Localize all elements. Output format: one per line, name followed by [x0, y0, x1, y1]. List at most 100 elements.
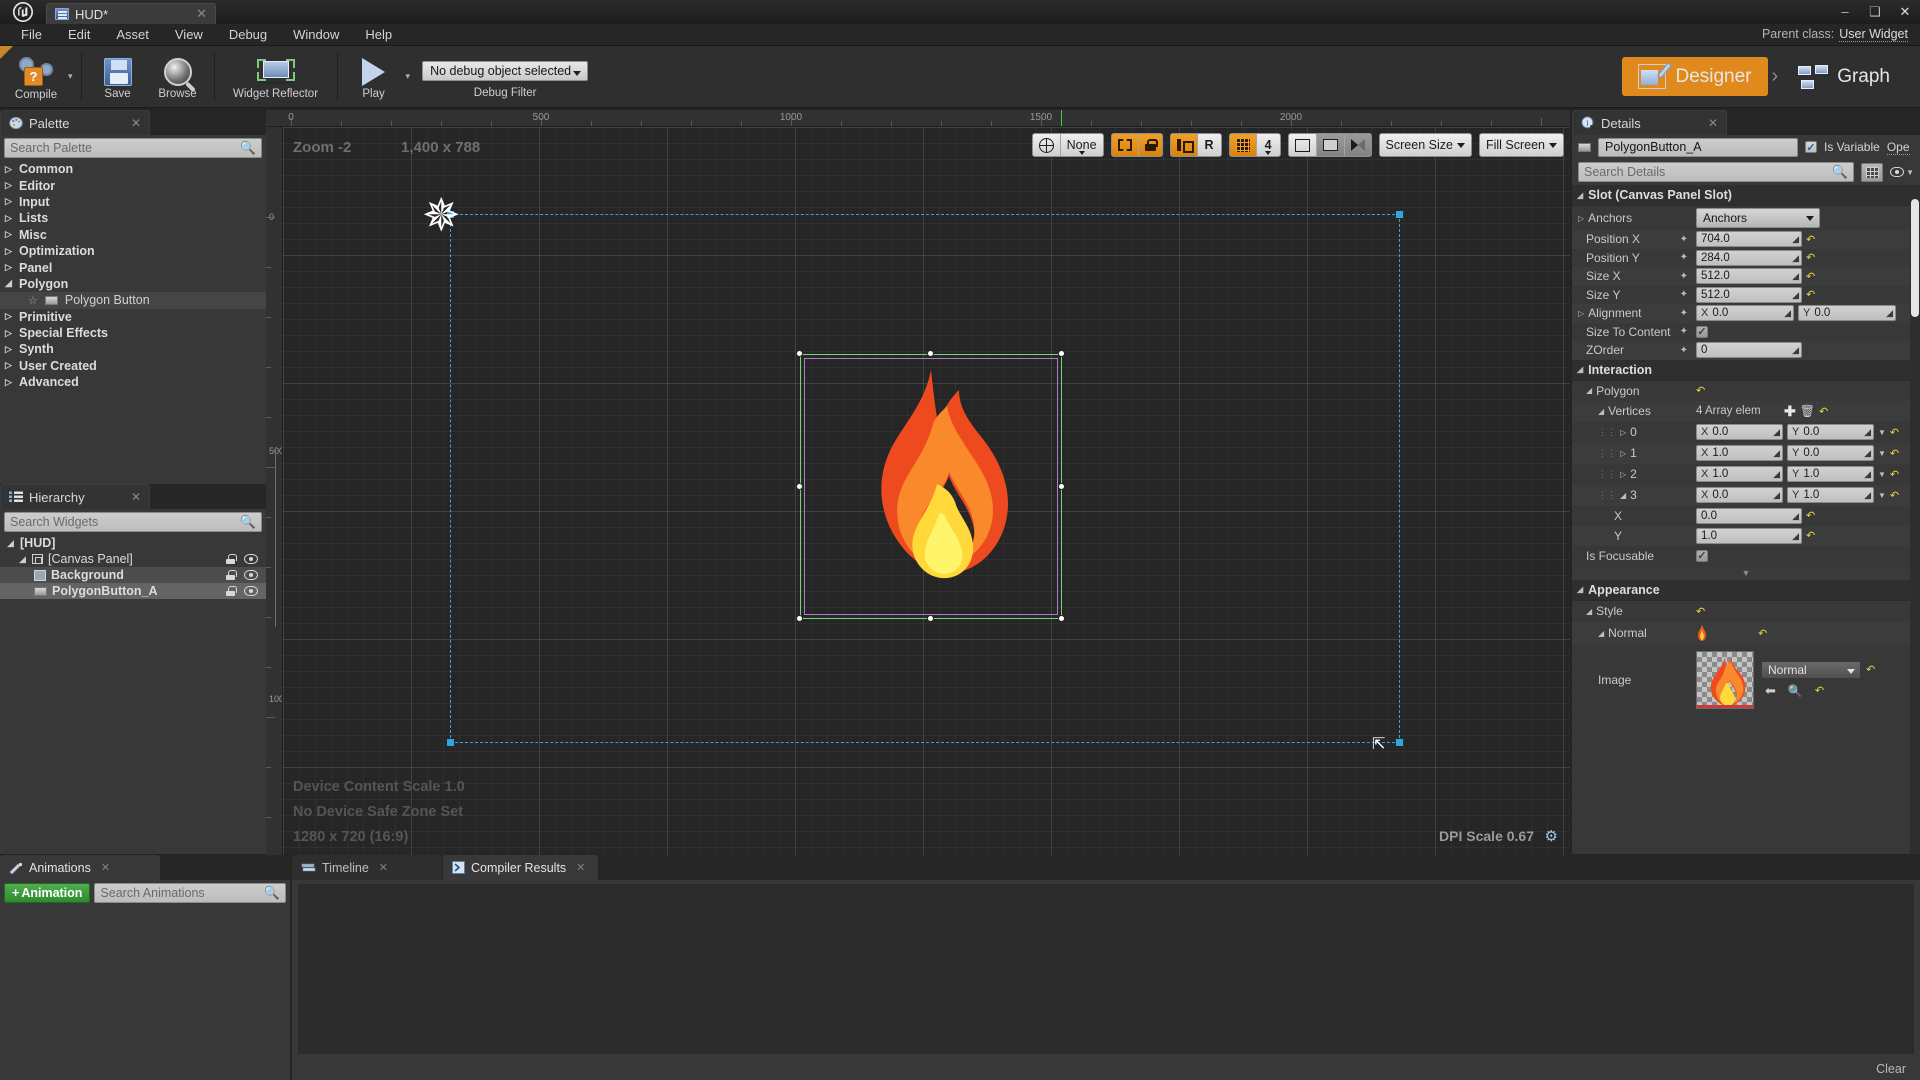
vertex-1-y-input[interactable]: Y 0.0 ◢	[1787, 445, 1874, 461]
chevron-down-icon[interactable]: ▼	[1878, 491, 1886, 500]
close-icon[interactable]: ✕	[379, 861, 388, 874]
reset-icon[interactable]: ↶	[1890, 489, 1899, 502]
object-name-field[interactable]: PolygonButton_A	[1598, 137, 1798, 157]
reset-icon[interactable]: ↶	[1696, 605, 1705, 618]
graph-mode-button[interactable]: Graph	[1782, 58, 1906, 96]
vertex-3-x-input[interactable]: X 0.0 ◢	[1696, 487, 1783, 503]
details-grid-view-button[interactable]	[1861, 162, 1884, 182]
palette-category-synth[interactable]: ▷ Synth	[0, 341, 266, 357]
snap-layout-toggle[interactable]	[1170, 134, 1198, 156]
dashed-outline-toggle[interactable]	[1111, 134, 1139, 156]
designer-mode-button[interactable]: Designer	[1622, 57, 1768, 96]
polygon-button-flame-image[interactable]	[813, 362, 1053, 612]
open-link[interactable]: Ope	[1886, 140, 1910, 155]
animations-search-input[interactable]: Search Animations 🔍	[94, 883, 286, 903]
parent-class-value[interactable]: User Widget	[1839, 27, 1908, 42]
chevron-right-icon[interactable]: ▷	[1578, 214, 1584, 223]
menu-help[interactable]: Help	[352, 24, 405, 46]
chevron-down-icon[interactable]: ◢	[1586, 607, 1592, 616]
close-icon[interactable]: ✕	[131, 490, 141, 504]
is-focusable-checkbox[interactable]: ✓	[1696, 549, 1708, 562]
palette-item-polygon-button[interactable]: ☆ Polygon Button	[0, 292, 266, 309]
eye-icon[interactable]	[244, 586, 258, 596]
size-y-input[interactable]: 512.0 ◢	[1696, 286, 1802, 303]
reset-icon[interactable]: ↶	[1806, 288, 1815, 301]
size-to-content-checkbox[interactable]: ✓	[1696, 325, 1708, 338]
eye-icon[interactable]	[244, 570, 258, 580]
bind-diamond-icon[interactable]: ✦	[1680, 326, 1688, 337]
menu-window[interactable]: Window	[280, 24, 352, 46]
reset-icon[interactable]: ↶	[1758, 627, 1767, 640]
vertex-0-y-input[interactable]: Y 0.0 ◢	[1787, 424, 1874, 440]
position-y-input[interactable]: 284.0 ◢	[1696, 249, 1802, 266]
palette-category-editor[interactable]: ▷ Editor	[0, 177, 266, 193]
add-animation-button[interactable]: + Animation	[4, 883, 91, 903]
favorite-star-icon[interactable]: ☆	[28, 294, 38, 307]
chevron-down-icon[interactable]: ◢	[1598, 407, 1604, 416]
save-button[interactable]: Save	[88, 46, 148, 107]
anchors-dropdown[interactable]: Anchors	[1696, 208, 1820, 228]
compile-dropdown-icon[interactable]: ▾	[66, 46, 75, 107]
position-x-input[interactable]: 704.0 ◢	[1696, 231, 1802, 248]
vertex-3-y-detail-input[interactable]: 1.0 ◢	[1696, 527, 1802, 544]
animations-tab[interactable]: Animations ✕	[0, 855, 160, 880]
details-search-input[interactable]: Search Details 🔍	[1578, 162, 1855, 182]
chevron-right-icon[interactable]: ▷	[1578, 309, 1584, 318]
reset-icon[interactable]: ↶	[1806, 251, 1815, 264]
reset-icon[interactable]: ↶	[1806, 233, 1815, 246]
zorder-input[interactable]: 0 ◢	[1696, 342, 1802, 359]
details-scrollbar-thumb[interactable]	[1911, 199, 1919, 317]
menu-file[interactable]: File	[8, 24, 55, 46]
palette-category-common[interactable]: ▷ Common	[0, 161, 266, 177]
close-icon[interactable]: ✕	[1708, 116, 1718, 130]
bind-diamond-icon[interactable]: ✦	[1680, 271, 1688, 282]
resize-handle-ne[interactable]	[1058, 350, 1065, 357]
reset-icon[interactable]: ↶	[1806, 509, 1815, 522]
chevron-down-icon[interactable]: ▼	[1878, 428, 1886, 437]
screen-size-select[interactable]: Screen Size	[1379, 134, 1471, 156]
reset-icon[interactable]: ↶	[1890, 426, 1899, 439]
reset-icon[interactable]: ↶	[1806, 529, 1815, 542]
fill-screen-select[interactable]: Fill Screen	[1479, 134, 1563, 156]
bind-diamond-icon[interactable]: ✦	[1680, 289, 1688, 300]
section-interaction-header[interactable]: ◢ Interaction	[1572, 359, 1920, 381]
palette-category-panel[interactable]: ▷ Panel	[0, 259, 266, 275]
palette-category-advanced[interactable]: ▷ Advanced	[0, 374, 266, 390]
palette-category-special-effects[interactable]: ▷ Special Effects	[0, 325, 266, 341]
compiler-results-tab[interactable]: Compiler Results ✕	[443, 855, 598, 880]
lock-icon[interactable]	[226, 586, 237, 596]
chevron-right-icon[interactable]: ▷	[1620, 470, 1626, 479]
chevron-down-icon[interactable]: ◢	[18, 554, 27, 565]
menu-asset[interactable]: Asset	[103, 24, 162, 46]
delete-array-icon[interactable]: 🗑	[1800, 404, 1815, 418]
tree-node-hud[interactable]: ◢ [HUD]	[0, 535, 266, 551]
vertex-1-x-input[interactable]: X 1.0 ◢	[1696, 445, 1783, 461]
close-icon[interactable]: ✕	[194, 6, 209, 22]
palette-category-input[interactable]: ▷ Input	[0, 194, 266, 210]
close-icon[interactable]: ✕	[576, 861, 585, 874]
palette-tab[interactable]: Palette ✕	[0, 110, 150, 135]
section-expander-handle[interactable]: ▼	[1572, 565, 1920, 580]
section-slot-header[interactable]: ◢ Slot (Canvas Panel Slot)	[1572, 185, 1920, 206]
bind-diamond-icon[interactable]: ✦	[1680, 308, 1688, 319]
grid-snap-toggle[interactable]	[1229, 134, 1257, 156]
bind-diamond-icon[interactable]: ✦	[1680, 234, 1688, 245]
widget-reflector-button[interactable]: Widget Reflector	[221, 46, 331, 107]
play-dropdown-icon[interactable]: ▾	[404, 46, 413, 107]
image-thumbnail[interactable]	[1696, 650, 1754, 709]
details-visibility-filter-icon[interactable]: ▼	[1890, 167, 1914, 177]
tree-node-canvas-panel[interactable]: ◢ [Canvas Panel]	[0, 551, 266, 567]
designer-canvas[interactable]: Zoom -2 1,400 x 788 ✵ ⇱ Device Content S…	[283, 127, 1570, 855]
grid-size-select[interactable]: 4	[1256, 134, 1280, 156]
vertex-2-x-input[interactable]: X 1.0 ◢	[1696, 466, 1783, 482]
menu-debug[interactable]: Debug	[216, 24, 280, 46]
chevron-right-icon[interactable]: ▷	[1620, 428, 1626, 437]
fit-to-content-button[interactable]	[1288, 134, 1317, 156]
resize-handle-e[interactable]	[1058, 483, 1065, 490]
image-asset-dropdown[interactable]: Normal	[1761, 660, 1861, 679]
reset-icon[interactable]: ↶	[1890, 468, 1899, 481]
reset-icon[interactable]: ↶	[1819, 405, 1828, 418]
lock-toggle[interactable]	[1138, 134, 1162, 156]
resize-handle-se[interactable]	[1058, 615, 1065, 622]
palette-category-polygon[interactable]: ◢ Polygon	[0, 276, 266, 292]
